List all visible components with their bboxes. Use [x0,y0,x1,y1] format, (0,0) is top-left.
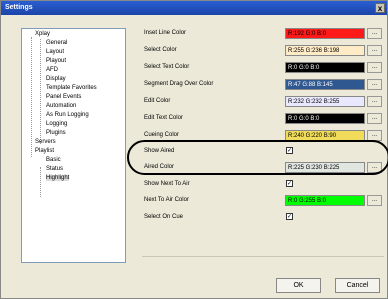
select-color-label: Select Color [144,47,177,53]
tree-item-playlist[interactable]: Playlist [35,148,54,154]
tree-item-highlight[interactable]: Highlight [46,175,70,181]
tree-connector [40,39,41,144]
window-title: Settings [5,4,33,11]
select-text-color-swatch[interactable]: R:0 G:0 B:0 [285,62,365,73]
select-text-color-label: Select Text Color [144,64,190,70]
select-color-picker-button[interactable]: ... [367,45,382,56]
inset-line-color-swatch[interactable]: R:192 G:0 B:0 [285,28,365,39]
tree-item-logging[interactable]: Logging [46,121,67,127]
tree-item-display[interactable]: Display [46,76,66,82]
inset-line-color-picker-button[interactable]: ... [367,28,382,39]
edit-text-color-label: Edit Text Color [144,115,183,121]
tree-item-afd[interactable]: AFD [46,67,58,73]
inset-line-color-label: Inset Line Color [144,30,187,36]
segment-drag-over-color-swatch[interactable]: R:47 G:88 B:145 [285,79,365,90]
next-to-air-color-swatch[interactable]: R:0 G:255 B:0 [285,195,365,206]
edit-text-color-picker-button[interactable]: ... [367,113,382,124]
show-next-to-air-checkbox[interactable]: ✓ [286,180,293,187]
tree-item-plugins[interactable]: Plugins [46,130,66,136]
tree-item-as-run-logging[interactable]: As Run Logging [46,112,89,118]
close-button[interactable]: x [375,3,385,13]
title-bar: Settings x [1,1,387,15]
settings-tree[interactable]: Xplay General Layout Playout AFD Display… [21,28,126,263]
cueing-color-label: Cueing Color [144,132,180,138]
tree-item-template-favorites[interactable]: Template Favorites [46,85,97,91]
highlight-annotation-oval [127,140,388,175]
edit-text-color-swatch[interactable]: R:0 G:0 B:0 [285,113,365,124]
tree-connector [40,167,41,197]
footer-divider [142,256,384,257]
edit-color-picker-button[interactable]: ... [367,96,382,107]
segment-drag-over-color-picker-button[interactable]: ... [367,79,382,90]
edit-color-swatch[interactable]: R:232 G:232 B:255 [285,96,365,107]
edit-color-label: Edit Color [144,98,171,104]
segment-drag-over-color-label: Segment Drag Over Color [144,81,214,87]
tree-item-xplay[interactable]: Xplay [35,31,50,37]
select-color-swatch[interactable]: R:255 G:236 B:198 [285,45,365,56]
select-on-cue-label: Select On Cue [144,214,184,220]
select-text-color-picker-button[interactable]: ... [367,62,382,73]
tree-item-general[interactable]: General [46,40,67,46]
cancel-button[interactable]: Cancel [335,278,380,293]
tree-item-panel-events[interactable]: Panel Events [46,94,81,100]
tree-item-servers[interactable]: Servers [35,139,56,145]
select-on-cue-checkbox[interactable]: ✓ [286,213,293,220]
tree-item-playout[interactable]: Playout [46,58,66,64]
tree-item-status[interactable]: Status [46,166,63,172]
show-next-to-air-label: Show Next To Air [144,181,190,187]
tree-item-layout[interactable]: Layout [46,49,64,55]
next-to-air-color-label: Next To Air Color [144,197,189,203]
settings-window: Settings x Xplay General Layout Playout … [0,0,388,299]
tree-connector [31,37,32,157]
ok-button[interactable]: OK [276,278,321,293]
tree-item-basic[interactable]: Basic [46,157,61,163]
tree-item-automation[interactable]: Automation [46,103,76,109]
next-to-air-color-picker-button[interactable]: ... [367,195,382,206]
